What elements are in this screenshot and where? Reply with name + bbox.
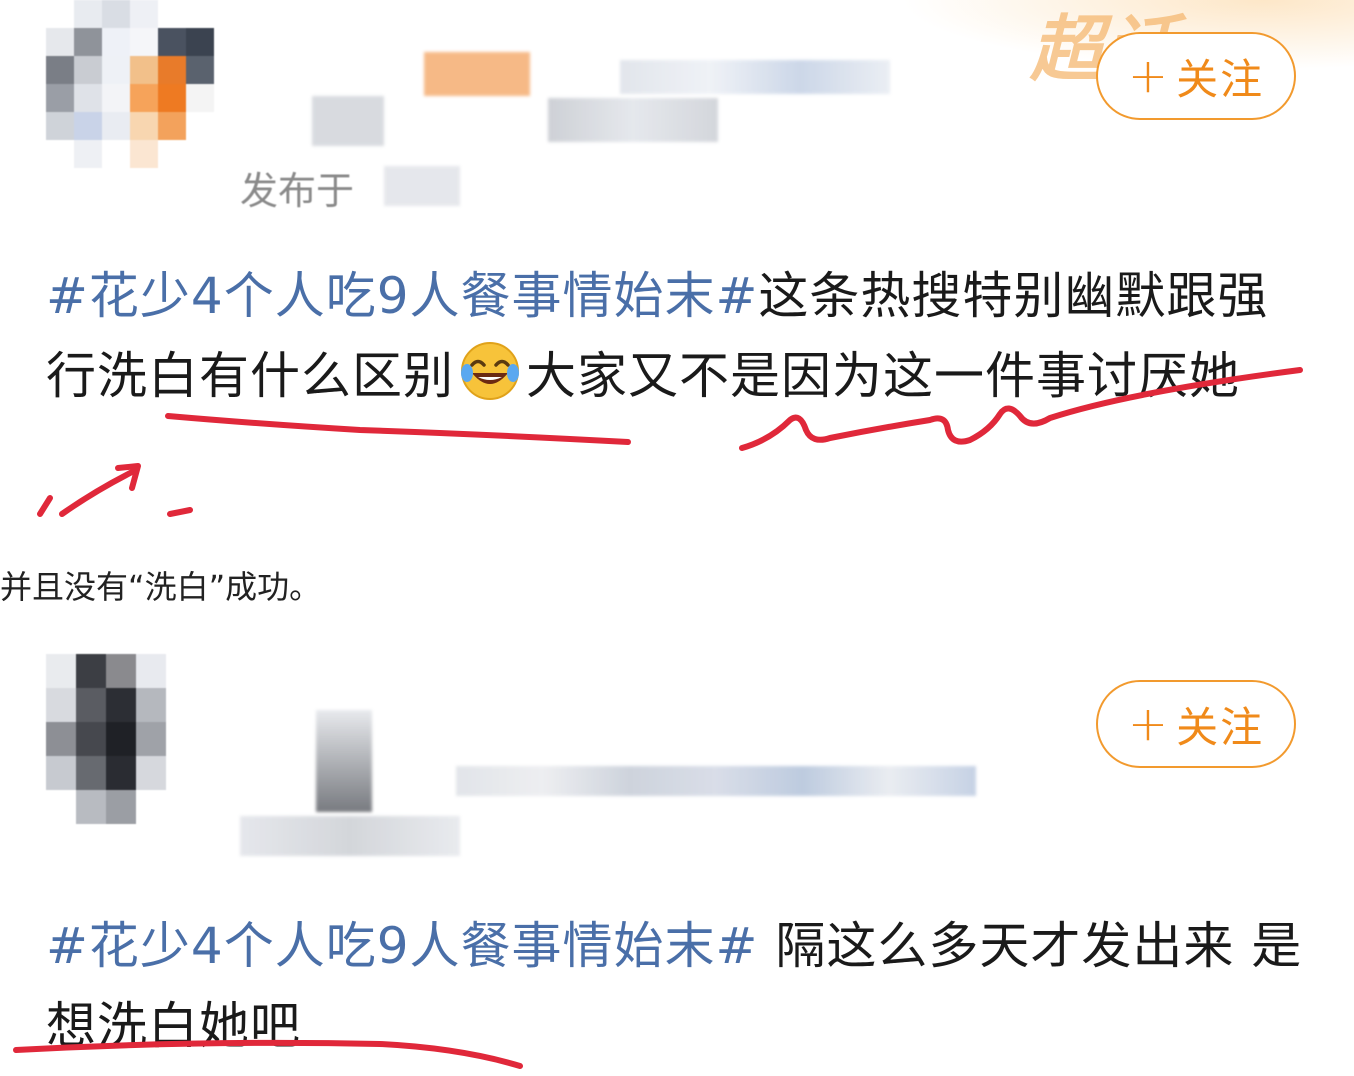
avatar[interactable] xyxy=(46,654,166,824)
username-blurred xyxy=(316,710,372,812)
follow-button[interactable]: + 关注 xyxy=(1096,32,1296,120)
plus-icon: + xyxy=(1127,696,1171,752)
avatar[interactable] xyxy=(46,0,214,168)
username-blurred xyxy=(620,60,890,94)
published-prefix: 发布于 xyxy=(240,169,355,213)
hashtag-link[interactable]: #花少4个人吃9人餐事情始末# xyxy=(46,267,758,325)
plus-icon: + xyxy=(1127,48,1171,104)
hashtag-link[interactable]: #花少4个人吃9人餐事情始末# xyxy=(46,917,758,975)
laughing-crying-emoji-icon xyxy=(461,342,519,400)
meta-blurred xyxy=(240,816,460,856)
meta-blurred xyxy=(384,166,460,206)
post-text: #花少4个人吃9人餐事情始末# 隔这么多天才发出来 是想洗白她吧 xyxy=(46,906,1316,1066)
username-blurred xyxy=(424,52,530,96)
follow-label: 关注 xyxy=(1176,54,1265,104)
meta-blurred xyxy=(548,98,718,142)
weibo-post-card-1: 超话 发布于 + 关注 #花少4个人吃9人餐事情始末#这条热搜特别幽默跟强行洗白… xyxy=(0,0,1354,520)
weibo-post-card-2: + 关注 #花少4个人吃9人餐事情始末# 隔这么多天才发出来 是想洗白她吧 xyxy=(0,630,1354,1076)
post-text-part2: 大家又不是因为这一件事讨厌她 xyxy=(526,347,1240,405)
article-caption: 并且没有“洗白”成功。 xyxy=(0,568,322,606)
follow-label: 关注 xyxy=(1176,702,1265,752)
meta-blurred xyxy=(312,96,384,146)
post-text: #花少4个人吃9人餐事情始末#这条热搜特别幽默跟强行洗白有什么区别 大家又不是因… xyxy=(46,256,1316,416)
username-blurred xyxy=(456,766,976,796)
follow-button[interactable]: + 关注 xyxy=(1096,680,1296,768)
